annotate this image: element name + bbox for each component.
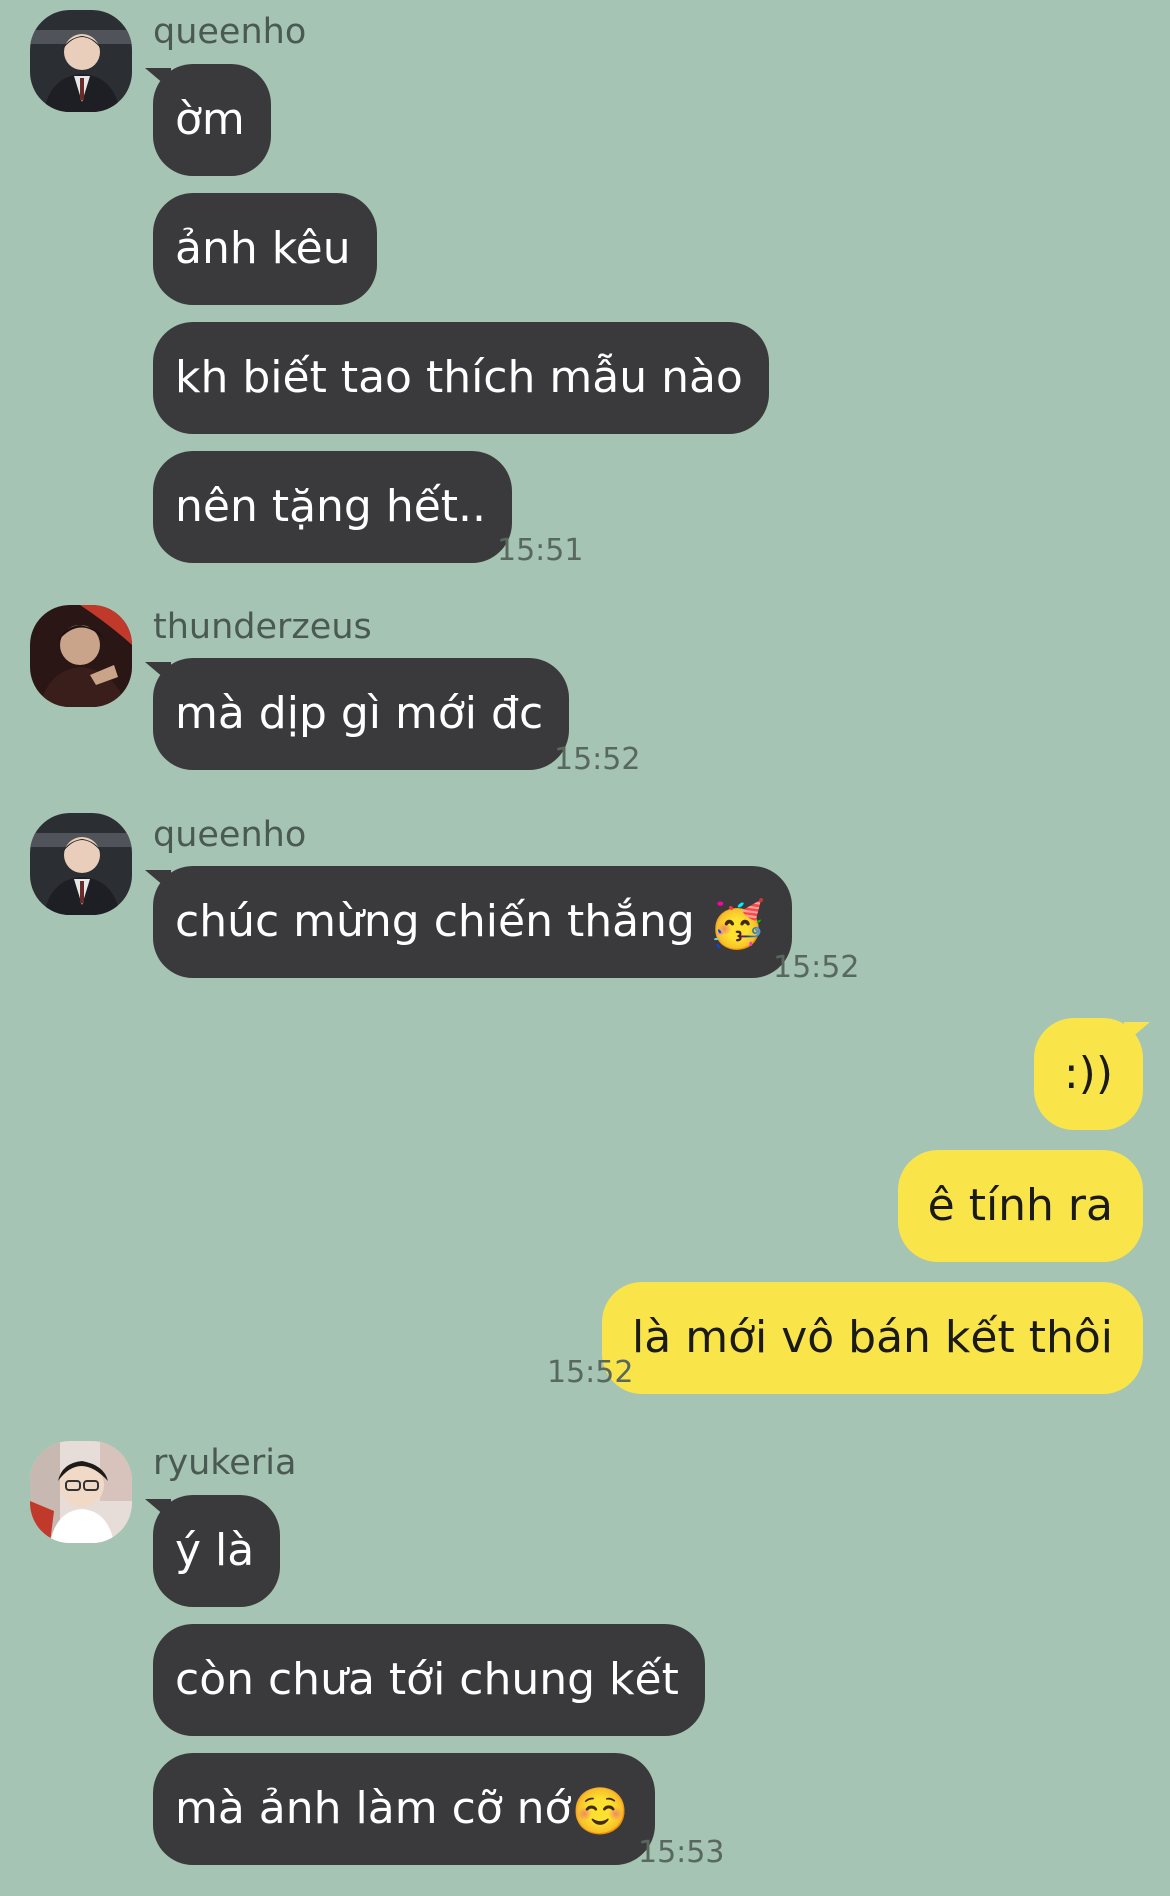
smiling-face-emoji: ☺️ xyxy=(571,1784,629,1838)
message-bubble[interactable]: mà ảnh làm cỡ nớ☺️ xyxy=(153,1753,655,1865)
message-text: mà ảnh làm cỡ nớ xyxy=(175,1783,572,1834)
message-bubble[interactable]: ý là xyxy=(153,1495,281,1607)
avatar-ryukeria[interactable] xyxy=(30,1441,132,1543)
sender-name: queenho xyxy=(153,815,307,855)
partying-face-emoji: 🥳 xyxy=(708,897,767,951)
sender-name: ryukeria xyxy=(153,1443,297,1483)
sender-name: queenho xyxy=(153,12,307,52)
avatar-queenho-icon xyxy=(30,10,132,112)
avatar-ryukeria-icon xyxy=(30,1441,132,1543)
avatar-queenho[interactable] xyxy=(30,10,132,112)
message-timestamp: 15:51 xyxy=(497,533,584,568)
message-text: chúc mừng chiến thắng xyxy=(175,896,695,947)
message-timestamp: 15:52 xyxy=(547,1355,634,1390)
message-bubble[interactable]: ờm xyxy=(153,64,271,176)
message-bubble[interactable]: chúc mừng chiến thắng 🥳 xyxy=(153,866,793,978)
message-bubble[interactable]: ảnh kêu xyxy=(153,193,377,305)
message-bubble[interactable]: còn chưa tới chung kết xyxy=(153,1624,705,1736)
avatar-queenho[interactable] xyxy=(30,813,132,915)
message-timestamp: 15:53 xyxy=(638,1835,725,1870)
message-bubble-outgoing[interactable]: :)) xyxy=(1033,1018,1143,1130)
message-bubble-outgoing[interactable]: là mới vô bán kết thôi xyxy=(602,1282,1143,1394)
sender-name: thunderzeus xyxy=(153,607,372,647)
message-bubble[interactable]: mà dịp gì mới đc xyxy=(153,658,570,770)
message-bubble[interactable]: kh biết tao thích mẫu nào xyxy=(153,322,769,434)
avatar-queenho-icon xyxy=(30,813,132,915)
message-bubble-outgoing[interactable]: ê tính ra xyxy=(897,1150,1143,1262)
avatar-thunderzeus-icon xyxy=(30,605,132,707)
message-timestamp: 15:52 xyxy=(773,950,860,985)
message-timestamp: 15:52 xyxy=(554,742,641,777)
message-bubble[interactable]: nên tặng hết.. xyxy=(153,451,513,563)
avatar-thunderzeus[interactable] xyxy=(30,605,132,707)
